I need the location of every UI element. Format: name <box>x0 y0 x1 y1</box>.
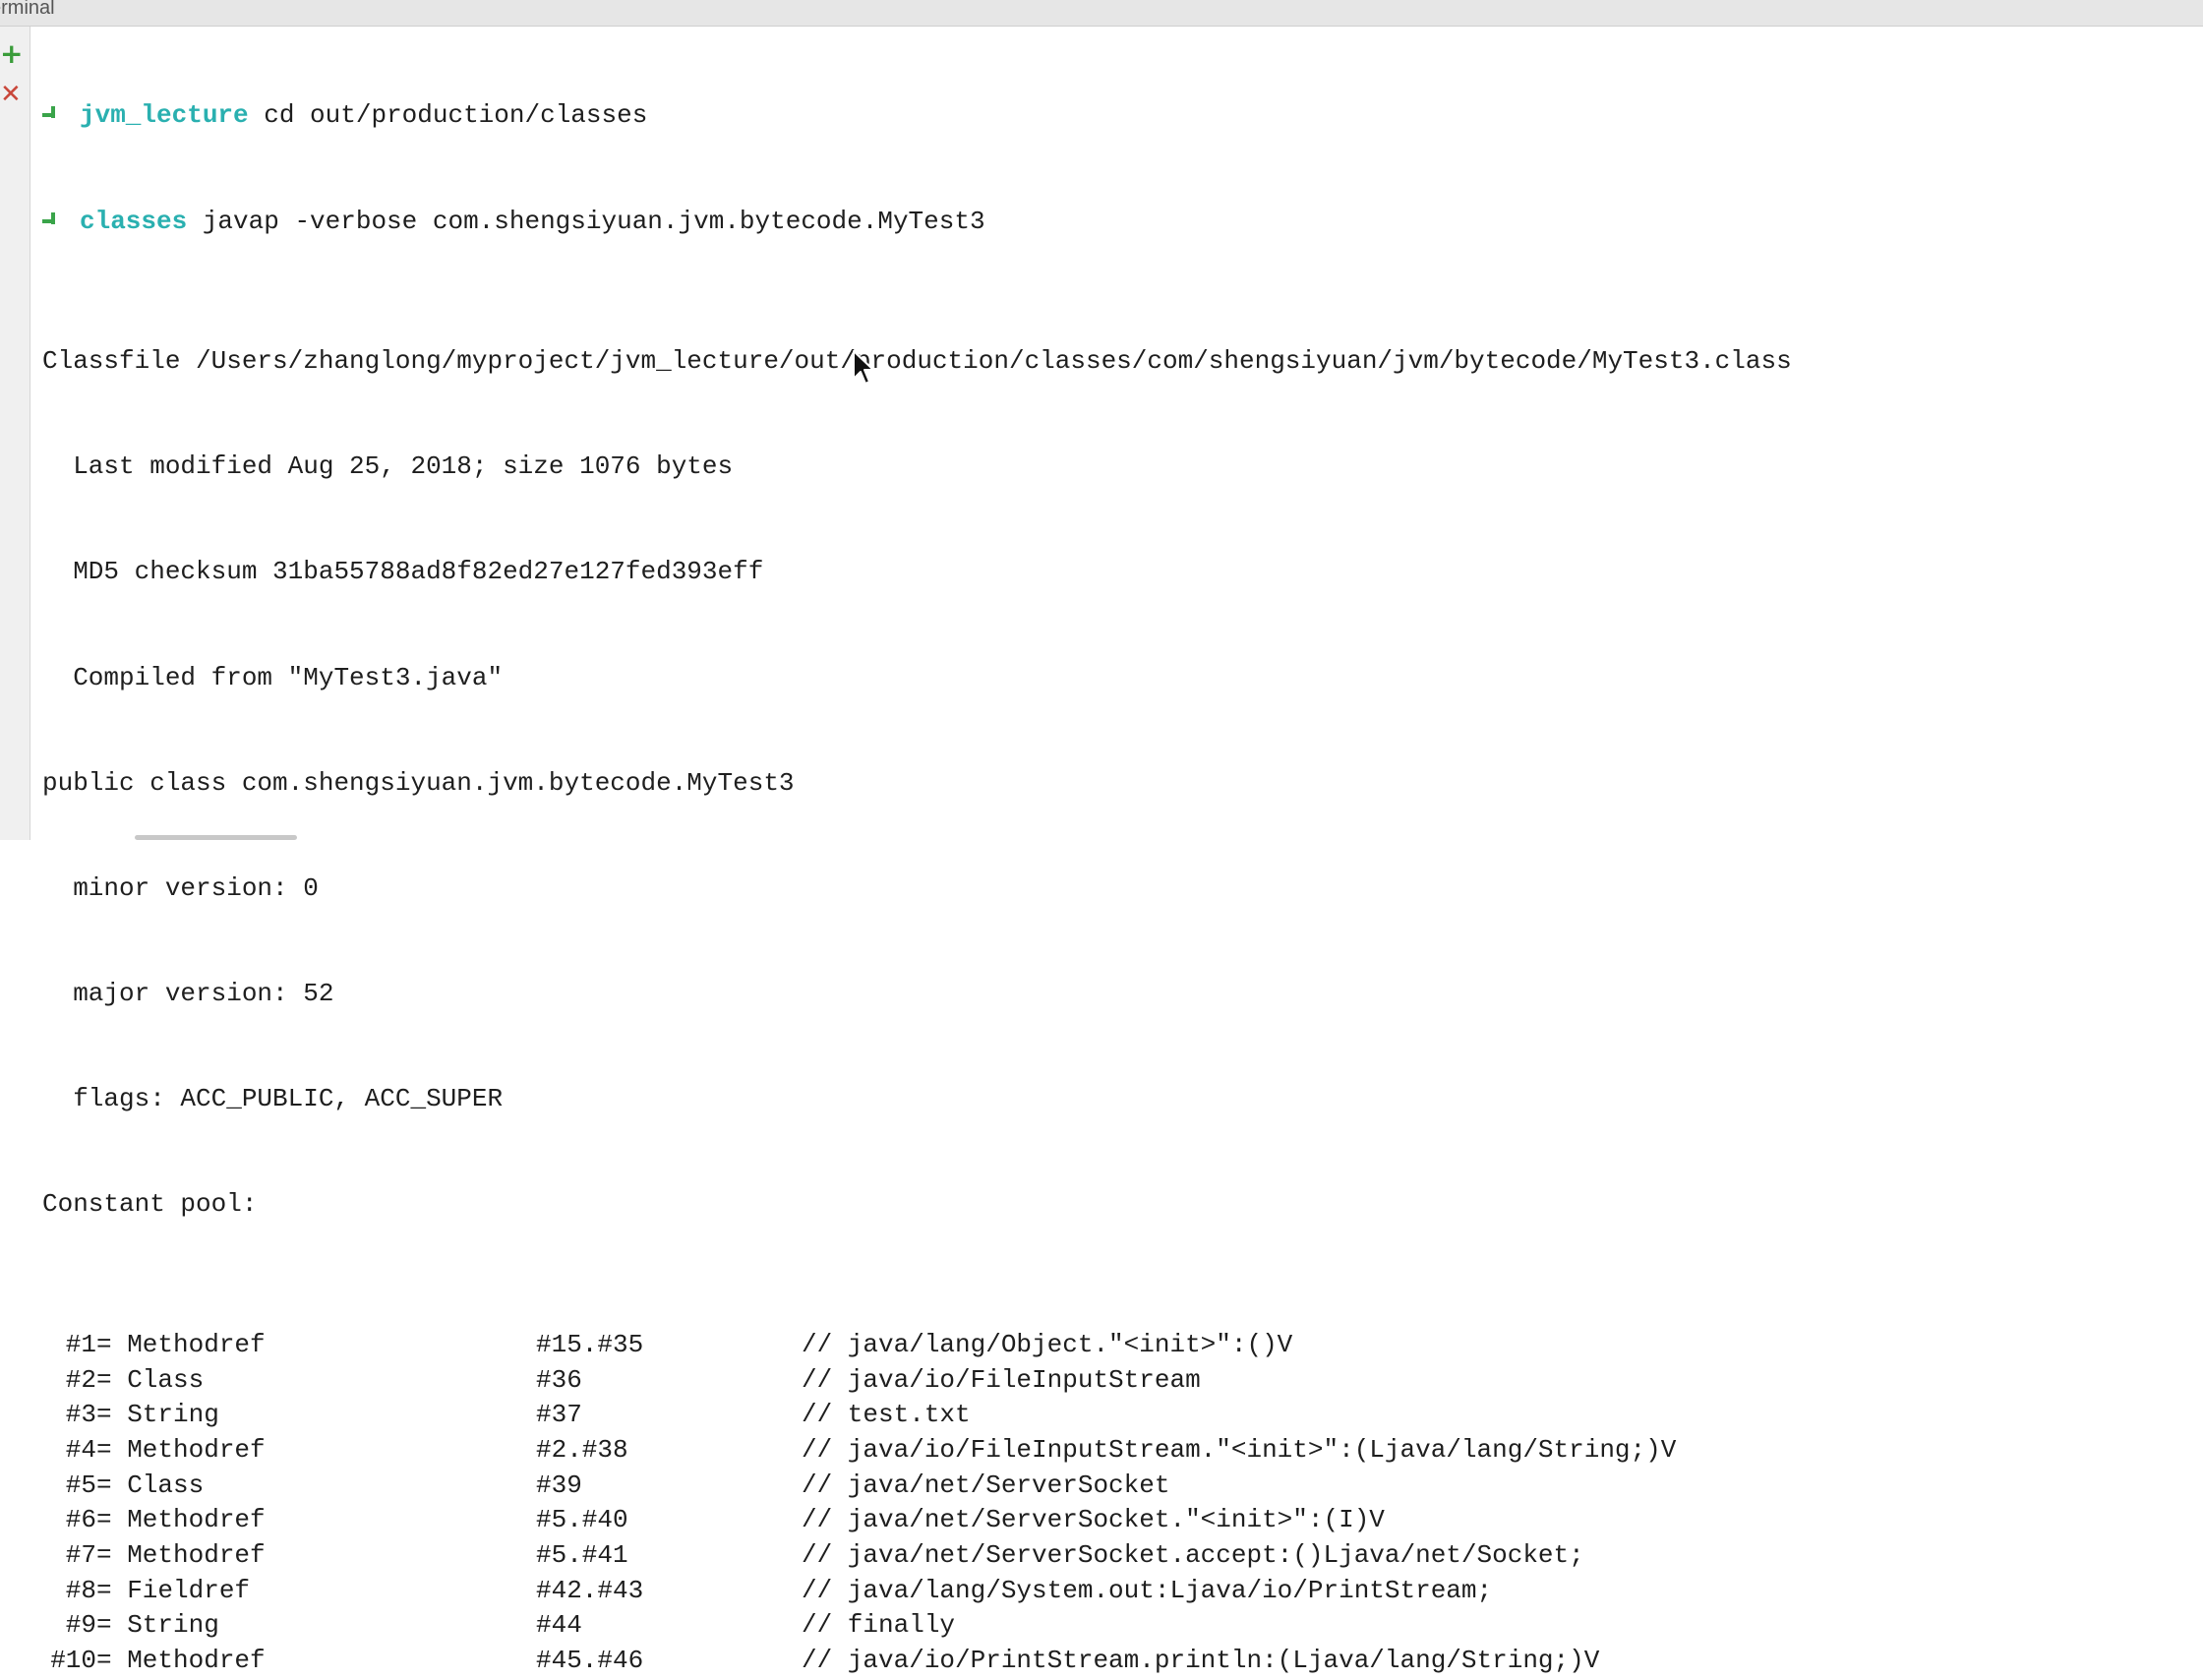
constant-pool-list: #1= Methodref #15.#35// java/lang/Object.… <box>42 1328 2203 1680</box>
constant-type: = Methodref <box>96 1646 266 1676</box>
constant-comment: // java/io/FileInputStream."<init>":(Lja… <box>802 1434 1677 1465</box>
constant-ref: #2.#38 <box>536 1434 628 1465</box>
constant-type: = Methodref <box>96 1505 266 1535</box>
constant-pool-entry: #11= Class#47// java/io/FileNotFoundExce… <box>42 1679 2203 1680</box>
constant-type: = String <box>96 1400 219 1430</box>
output-line: Constant pool: <box>42 1189 258 1220</box>
output-line: Compiled from "MyTest3.java" <box>42 662 504 692</box>
constant-type: = Fieldref <box>96 1575 251 1605</box>
constant-pool-entry: #7= Methodref #5.#41 // java/net/ServerSoc… <box>42 1538 2203 1574</box>
constant-pool-entry: #3= String #37 // test.txt <box>42 1398 2203 1433</box>
output-line: Last modified Aug 25, 2018; size 1076 by… <box>42 451 734 482</box>
constant-index: #3 <box>65 1400 96 1430</box>
terminal-toolbar: + ✕ <box>0 27 30 840</box>
constant-index: #2 <box>65 1364 96 1395</box>
prompt-arrow-icon <box>42 106 56 124</box>
constant-pool-entry: #9= String #44 // finally <box>42 1608 2203 1644</box>
constant-index: #5 <box>65 1470 96 1500</box>
constant-comment: // java/io/PrintStream.println:(Ljava/la… <box>802 1646 1600 1676</box>
constant-type: = String <box>96 1610 219 1641</box>
constant-index: #6 <box>65 1505 96 1535</box>
constant-ref: #42.#43 <box>536 1575 644 1605</box>
constant-index: #1 <box>65 1329 96 1359</box>
constant-pool-entry: #10= Methodref #45.#46 // java/io/PrintStr… <box>42 1644 2203 1679</box>
constant-type: = Methodref <box>96 1329 266 1359</box>
constant-pool-entry: #6= Methodref #5.#40 // java/net/ServerSoc… <box>42 1503 2203 1538</box>
constant-ref: #36 <box>536 1364 582 1395</box>
mouse-pointer-icon <box>853 350 874 385</box>
constant-index: #4 <box>65 1434 96 1465</box>
constant-comment: // finally <box>802 1610 956 1641</box>
constant-ref: #47 <box>536 1679 802 1680</box>
horizontal-scrollbar[interactable] <box>135 835 297 840</box>
constant-type: = Methodref <box>96 1539 266 1570</box>
constant-comment: // java/net/ServerSocket.accept:()Ljava/… <box>802 1539 1584 1570</box>
new-session-icon[interactable]: + <box>0 40 23 68</box>
output-line: MD5 checksum 31ba55788ad8f82ed27e127fed3… <box>42 557 764 587</box>
output-line: flags: ACC_PUBLIC, ACC_SUPER <box>42 1083 504 1113</box>
output-line: Classfile /Users/zhanglong/myproject/jvm… <box>42 346 1792 377</box>
prompt-directory: jvm_lecture <box>80 100 249 131</box>
constant-type: = Class <box>96 1679 536 1680</box>
constant-type: = Methodref <box>96 1434 266 1465</box>
terminal-title-bar: erminal <box>0 0 2203 27</box>
constant-pool-entry: #2= Class #36 // java/io/FileInputStream <box>42 1363 2203 1399</box>
constant-comment: // java/lang/Object."<init>":()V <box>802 1329 1293 1359</box>
prompt-directory: classes <box>80 206 188 236</box>
constant-type: = Class <box>96 1364 205 1395</box>
constant-ref: #37 <box>536 1400 582 1430</box>
constant-index: #8 <box>65 1575 96 1605</box>
constant-comment: // java/net/ServerSocket."<init>":(I)V <box>802 1505 1385 1535</box>
prompt-line: classes javap -verbose com.shengsiyuan.j… <box>42 205 2203 240</box>
constant-ref: #5.#40 <box>536 1505 628 1535</box>
constant-type: = Class <box>96 1470 205 1500</box>
constant-index: #9 <box>65 1610 96 1641</box>
constant-index: #7 <box>65 1539 96 1570</box>
constant-index: #11 <box>42 1679 96 1680</box>
prompt-command: javap -verbose com.shengsiyuan.jvm.bytec… <box>202 206 985 236</box>
terminal-output[interactable]: jvm_lecture cd out/production/classes cl… <box>42 29 2203 1675</box>
prompt-command: cd out/production/classes <box>264 100 648 131</box>
constant-ref: #39 <box>536 1470 582 1500</box>
constant-ref: #45.#46 <box>536 1646 644 1676</box>
constant-comment: // java/lang/System.out:Ljava/io/PrintSt… <box>802 1575 1493 1605</box>
constant-index: #10 <box>50 1646 96 1676</box>
constant-comment: // java/io/FileInputStream <box>802 1364 1201 1395</box>
output-line: public class com.shengsiyuan.jvm.bytecod… <box>42 767 795 798</box>
prompt-arrow-icon <box>42 211 56 230</box>
terminal-title: erminal <box>0 0 55 19</box>
constant-pool-entry: #8= Fieldref #42.#43 // java/lang/System.o… <box>42 1574 2203 1609</box>
prompt-line: jvm_lecture cd out/production/classes <box>42 98 2203 134</box>
constant-pool-entry: #1= Methodref #15.#35 // java/lang/Object.… <box>42 1328 2203 1363</box>
constant-pool-entry: #5= Class #39 // java/net/ServerSocket <box>42 1469 2203 1504</box>
output-line: minor version: 0 <box>42 872 319 903</box>
constant-comment: // java/io/FileNotFoundException <box>802 1679 1292 1680</box>
constant-ref: #44 <box>536 1610 582 1641</box>
constant-pool-entry: #4= Methodref #2.#38 // java/io/FileInputS… <box>42 1433 2203 1469</box>
close-session-icon[interactable]: ✕ <box>0 81 22 108</box>
output-line: major version: 52 <box>42 978 334 1008</box>
constant-comment: // test.txt <box>802 1400 971 1430</box>
constant-comment: // java/net/ServerSocket <box>802 1470 1170 1500</box>
constant-ref: #15.#35 <box>536 1329 644 1359</box>
constant-ref: #5.#41 <box>536 1539 628 1570</box>
